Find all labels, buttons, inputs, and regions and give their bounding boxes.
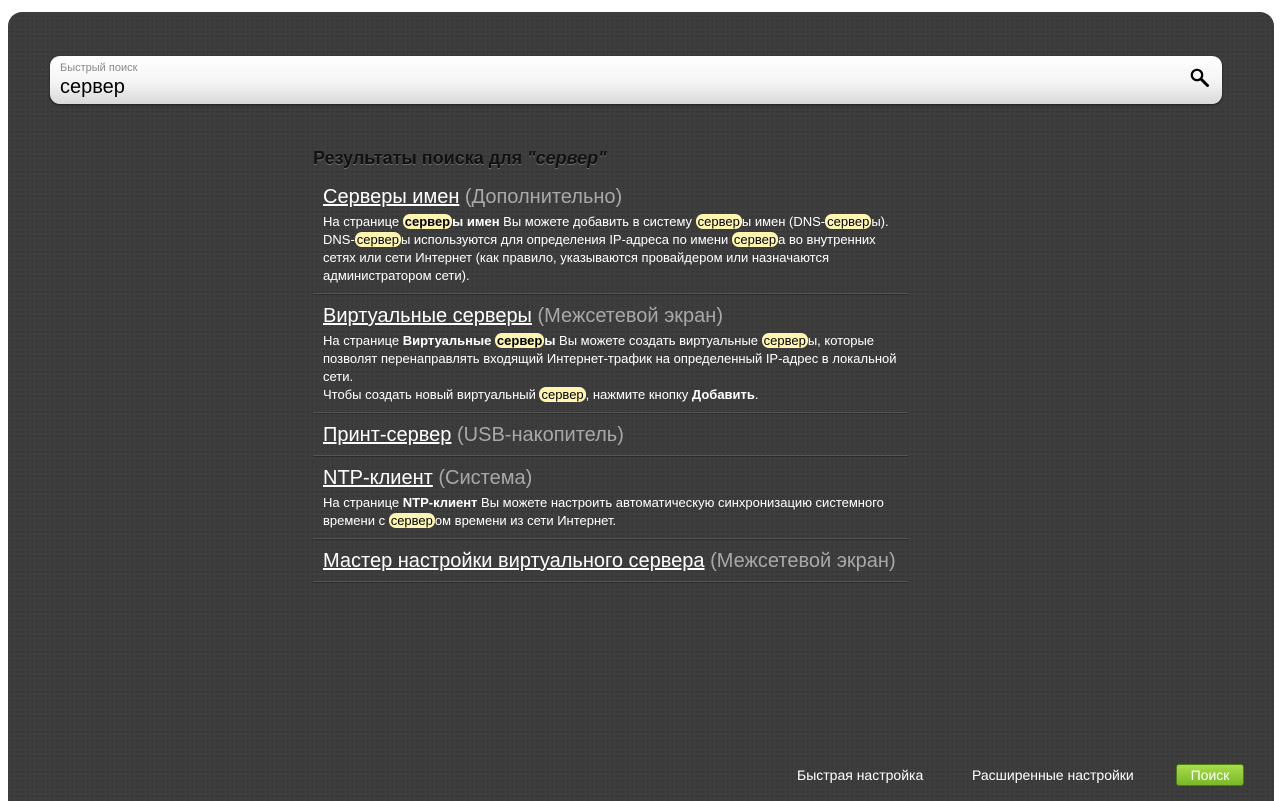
- result-link[interactable]: Серверы имен: [323, 186, 459, 208]
- footer-nav: Быстрая настройка Расширенные настройки …: [8, 764, 1274, 786]
- query-highlight: сервер: [354, 232, 401, 247]
- result-title-line: Виртуальные серверы (Межсетевой экран): [323, 304, 898, 328]
- quick-setup-link[interactable]: Быстрая настройка: [797, 767, 923, 783]
- query-highlight: сервер: [539, 387, 586, 402]
- bold-text: ы: [544, 333, 556, 348]
- result-description: На странице сервер ы имен Вы можете добав…: [323, 213, 898, 285]
- search-result-item: Принт-сервер (USB-накопитель): [313, 413, 908, 456]
- query-highlight: сервер: [825, 214, 872, 229]
- result-title-line: Принт-сервер (USB-накопитель): [323, 423, 898, 447]
- result-title-line: NTP-клиент (Система): [323, 466, 898, 490]
- bold-text: Добавить: [691, 387, 755, 402]
- description-text: DNS-: [323, 232, 355, 247]
- results-heading: Результаты поиска для "сервер": [313, 148, 607, 169]
- description-text: Чтобы создать новый виртуальный: [323, 387, 540, 402]
- result-link[interactable]: Виртуальные серверы: [323, 305, 532, 327]
- bold-text: NTP-клиент: [402, 495, 478, 510]
- result-section: (Межсетевой экран): [537, 305, 724, 327]
- description-text: ы).: [871, 214, 889, 229]
- query-highlight: сервер: [494, 333, 545, 348]
- search-result-item: NTP-клиент (Система) На странице NTP-кли…: [313, 456, 908, 539]
- advanced-settings-link[interactable]: Расширенные настройки: [972, 767, 1134, 783]
- main-panel: Быстрый поиск Результаты поиска для "сер…: [8, 12, 1274, 801]
- description-text: На странице: [323, 214, 403, 229]
- result-description: На странице Виртуальные сервер ы Вы может…: [323, 332, 898, 404]
- bold-text: Виртуальные: [402, 333, 495, 348]
- result-link[interactable]: Принт-сервер: [323, 424, 451, 446]
- result-link[interactable]: Мастер настройки виртуального сервера: [323, 550, 705, 572]
- query-highlight: сервер: [731, 232, 779, 247]
- query-highlight: сервер: [761, 333, 808, 348]
- query-highlight: сервер: [402, 214, 453, 229]
- results-heading-query: "сервер": [527, 148, 607, 168]
- description-text: Вы можете добавить в систему: [499, 214, 696, 229]
- search-input[interactable]: [58, 75, 1162, 99]
- result-section: (USB-накопитель): [457, 424, 624, 446]
- description-text: .: [754, 387, 759, 402]
- search-results-list: Серверы имен (Дополнительно) На странице…: [313, 175, 908, 582]
- description-text: ы имен (DNS-: [741, 214, 826, 229]
- description-text: ы используются для определения IP-адреса…: [400, 232, 732, 247]
- result-title-line: Мастер настройки виртуального сервера (М…: [323, 549, 898, 573]
- search-label: Быстрый поиск: [60, 62, 138, 74]
- search-icon[interactable]: [1188, 66, 1212, 90]
- query-highlight: сервер: [388, 513, 435, 528]
- description-text: На странице: [323, 495, 403, 510]
- result-section: (Система): [438, 467, 533, 489]
- query-highlight: сервер: [695, 214, 742, 229]
- search-button[interactable]: Поиск: [1176, 764, 1244, 786]
- result-section: (Межсетевой экран): [710, 550, 896, 572]
- results-heading-prefix: Результаты поиска для: [313, 148, 528, 168]
- description-text: На странице: [323, 333, 403, 348]
- result-link[interactable]: NTP-клиент: [323, 467, 433, 489]
- search-result-item: Серверы имен (Дополнительно) На странице…: [313, 175, 908, 294]
- bold-text: ы имен: [452, 214, 500, 229]
- description-text: ом времени из сети Интернет.: [434, 513, 617, 528]
- search-result-item: Виртуальные серверы (Межсетевой экран) Н…: [313, 294, 908, 413]
- quick-search-box[interactable]: Быстрый поиск: [50, 56, 1222, 104]
- search-result-item: Мастер настройки виртуального сервера (М…: [313, 539, 908, 582]
- description-text: , нажмите кнопку: [585, 387, 692, 402]
- result-section: (Дополнительно): [464, 186, 623, 208]
- description-text: Вы можете создать виртуальные: [555, 333, 762, 348]
- result-description: На странице NTP-клиент Вы можете настрои…: [323, 494, 898, 530]
- result-title-line: Серверы имен (Дополнительно): [323, 185, 898, 209]
